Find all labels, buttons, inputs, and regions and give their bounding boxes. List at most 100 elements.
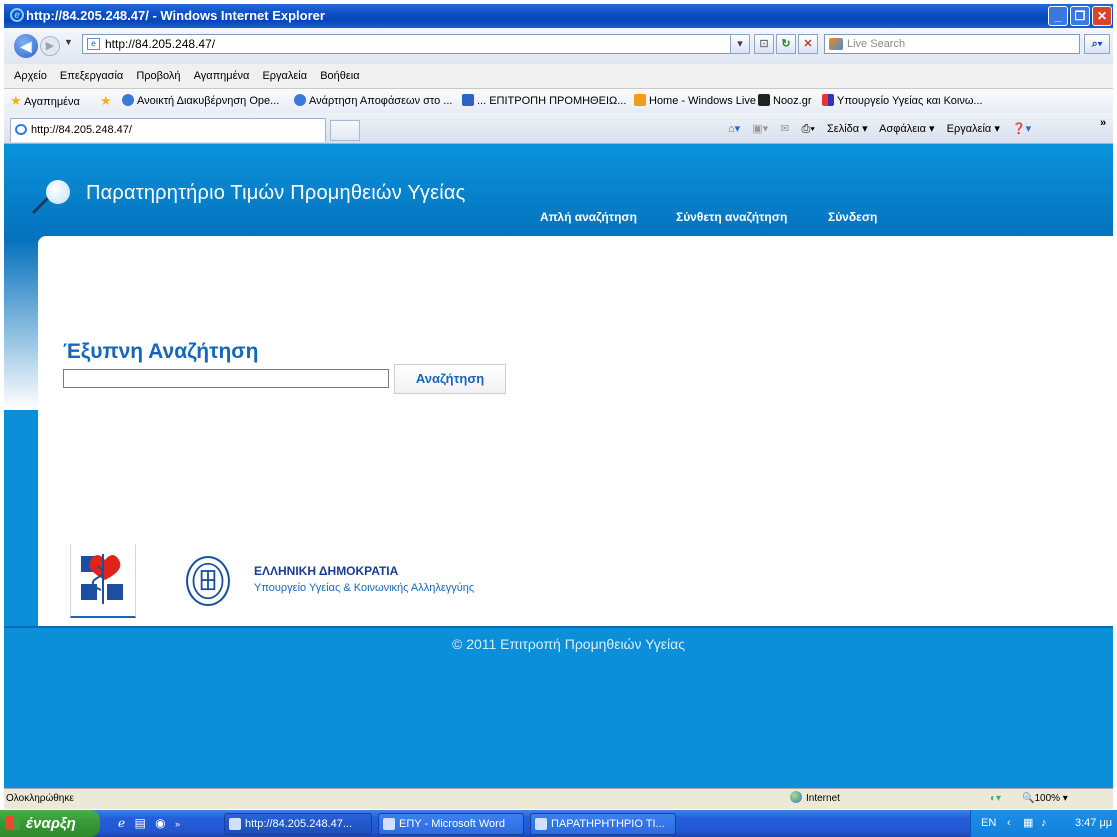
favorites-label: Αγαπημένα (24, 96, 80, 108)
maximize-button[interactable]: ❐ (1070, 6, 1090, 26)
window-title: http://84.205.248.47/ - Windows Internet… (26, 8, 325, 23)
mail-icon (634, 94, 646, 106)
favorite-link-5[interactable]: Nooz.gr (758, 89, 812, 113)
add-favorite-icon[interactable]: ★ (100, 89, 112, 113)
globe-icon (294, 94, 306, 106)
ie-task-icon (229, 818, 241, 830)
magnifier-logo-icon (32, 180, 70, 214)
windows-flag-icon (6, 816, 20, 830)
ministry-logo-icon (70, 544, 136, 618)
greek-seal-icon (186, 556, 230, 606)
browser-window: e http://84.205.248.47/ - Windows Intern… (0, 0, 1117, 837)
favorite-link-2[interactable]: Ανάρτηση Αποφάσεων στο ... (294, 89, 452, 113)
favorite-link-1[interactable]: Ανοικτή Διακυβέρνηση Ope... (122, 89, 279, 113)
favorites-bar: ★ Αγαπημένα ★ Ανοικτή Διακυβέρνηση Ope..… (4, 89, 1113, 114)
start-button[interactable]: έναρξη (0, 810, 100, 837)
ie-icon: e (10, 8, 24, 22)
menu-tools[interactable]: Εργαλεία (262, 70, 307, 82)
live-search-input[interactable]: Live Search (824, 34, 1080, 54)
page-icon: e (87, 38, 100, 50)
live-search-placeholder: Live Search (847, 38, 906, 50)
command-bar: ⌂▾ ▣▾ ✉ ⎙▾ Σελίδα ▾ Ασφάλεια ▾ Εργαλεία … (728, 121, 1040, 137)
compatibility-icon[interactable]: ⊡ (754, 34, 774, 54)
menu-file[interactable]: Αρχείο (14, 70, 47, 82)
task-word[interactable]: ΕΠΥ - Microsoft Word (378, 813, 524, 835)
nooz-icon (758, 94, 770, 106)
smart-search-input[interactable] (63, 369, 389, 388)
task-ie[interactable]: http://84.205.248.47... (224, 813, 372, 835)
internet-globe-icon (790, 791, 802, 803)
favorites-button[interactable]: ★ Αγαπημένα (10, 89, 80, 113)
stop-icon[interactable]: ✕ (798, 34, 818, 54)
search-go-icon[interactable]: ⌕▾ (1084, 34, 1110, 54)
tray-expand-icon[interactable]: ‹ (1007, 810, 1011, 837)
copyright-text: © 2011 Επιτροπή Προμηθειών Υγείας (451, 636, 685, 652)
ie-quicklaunch-icon[interactable]: ℯ (118, 816, 125, 830)
clock[interactable]: 3:47 μμ (1075, 810, 1112, 837)
print-icon[interactable]: ⎙▾ (802, 123, 815, 135)
security-zone[interactable]: Internet (790, 789, 840, 809)
ie-tab-icon (15, 124, 27, 135)
word-task-icon (383, 818, 395, 830)
quicklaunch-overflow-icon[interactable]: » (175, 819, 180, 829)
address-dropdown-icon[interactable]: ▾ (730, 34, 750, 54)
smart-search-button[interactable]: Αναζήτηση (394, 364, 506, 394)
history-dropdown-icon[interactable]: ▼ (64, 37, 73, 47)
footer-logos: ΕΛΛΗΝΙΚΗ ΔΗΜΟΚΡΑΤΙΑ Υπουργείο Υγείας & Κ… (38, 538, 1113, 624)
address-toolbar: ◀ ▶ ▼ e http://84.205.248.47/ ▾ ⊡ ↻ ✕ Li… (4, 28, 1113, 64)
site-icon (462, 94, 474, 106)
tab-current[interactable]: http://84.205.248.47/ (10, 118, 326, 142)
tab-label: http://84.205.248.47/ (31, 124, 132, 136)
nav-advanced-search[interactable]: Σύνθετη αναζήτηση (676, 210, 787, 224)
quick-launch: ℯ ▤ ◉ » (118, 816, 180, 830)
footer-divider (4, 626, 1113, 628)
menu-favorites[interactable]: Αγαπημένα (194, 70, 250, 82)
menu-view[interactable]: Προβολή (136, 70, 180, 82)
back-button[interactable]: ◀ (14, 34, 38, 58)
system-tray: EN ‹ ▦ ♪ 3:47 μμ (970, 810, 1117, 837)
language-indicator[interactable]: EN (981, 810, 996, 837)
status-bar: Ολοκληρώθηκε Internet ◐▾ 🔍100% ▾ (4, 788, 1113, 809)
org-title: ΕΛΛΗΝΙΚΗ ΔΗΜΟΚΡΑΤΙΑ (254, 564, 399, 578)
volume-icon[interactable]: ♪ (1041, 810, 1047, 837)
protected-mode-icon[interactable]: ◐▾ (990, 789, 1001, 809)
minimize-button[interactable]: _ (1048, 6, 1068, 26)
globe-icon (122, 94, 134, 106)
smart-search-heading: Έξυπνη Αναζήτηση (63, 340, 259, 363)
menu-edit[interactable]: Επεξεργασία (60, 70, 123, 82)
word-task-icon (535, 818, 547, 830)
menu-bar: Αρχείο Επεξεργασία Προβολή Αγαπημένα Εργ… (4, 64, 1113, 89)
taskbar: έναρξη ℯ ▤ ◉ » http://84.205.248.47... Ε… (0, 810, 1117, 837)
forward-button[interactable]: ▶ (40, 36, 60, 56)
new-tab-button[interactable] (330, 120, 360, 141)
address-url: http://84.205.248.47/ (105, 37, 216, 51)
home-icon[interactable]: ⌂▾ (728, 123, 740, 135)
site-title: Παρατηρητήριο Τιμών Προμηθειών Υγείας (86, 182, 466, 204)
favorite-link-3[interactable]: ... ΕΠΙΤΡΟΠΗ ΠΡΟΜΗΘΕΙΩ... (462, 89, 626, 113)
web-page: Παρατηρητήριο Τιμών Προμηθειών Υγείας Απ… (4, 144, 1113, 788)
close-button[interactable]: ✕ (1092, 6, 1112, 26)
media-quicklaunch-icon[interactable]: ◉ (155, 816, 165, 830)
safety-menu[interactable]: Ασφάλεια ▾ (879, 123, 934, 135)
title-bar: e http://84.205.248.47/ - Windows Intern… (4, 4, 1113, 28)
nav-simple-search[interactable]: Απλή αναζήτηση (540, 210, 637, 224)
favorite-link-6[interactable]: Υπουργείο Υγείας και Κοινω... (822, 89, 983, 113)
network-icon[interactable]: ▦ (1023, 810, 1033, 837)
refresh-icon[interactable]: ↻ (776, 34, 796, 54)
tools-menu[interactable]: Εργαλεία ▾ (947, 123, 1000, 135)
read-mail-icon[interactable]: ✉ (780, 123, 789, 135)
feeds-icon[interactable]: ▣▾ (752, 123, 768, 135)
main-content: Έξυπνη Αναζήτηση Αναζήτηση ΕΛΛΗΝΙΚΗ ΔΗΜΟ… (4, 236, 1113, 626)
menu-help[interactable]: Βοήθεια (320, 70, 359, 82)
nav-login[interactable]: Σύνδεση (828, 210, 877, 224)
content-edge-decoration (4, 240, 38, 410)
zoom-control[interactable]: 🔍100% ▾ (1022, 789, 1068, 809)
address-input[interactable]: e http://84.205.248.47/ (82, 34, 744, 54)
favorite-link-4[interactable]: Home - Windows Live (634, 89, 756, 113)
toolbar-overflow-icon[interactable]: » (1100, 117, 1106, 129)
page-menu[interactable]: Σελίδα ▾ (827, 123, 868, 135)
desktop-quicklaunch-icon[interactable]: ▤ (134, 816, 145, 830)
help-icon[interactable]: ❓▾ (1012, 123, 1031, 135)
task-word-2[interactable]: ΠΑΡΑΤΗΡΗΤΗΡΙΟ ΤΙ... (530, 813, 676, 835)
favorites-star-icon: ★ (10, 93, 22, 108)
